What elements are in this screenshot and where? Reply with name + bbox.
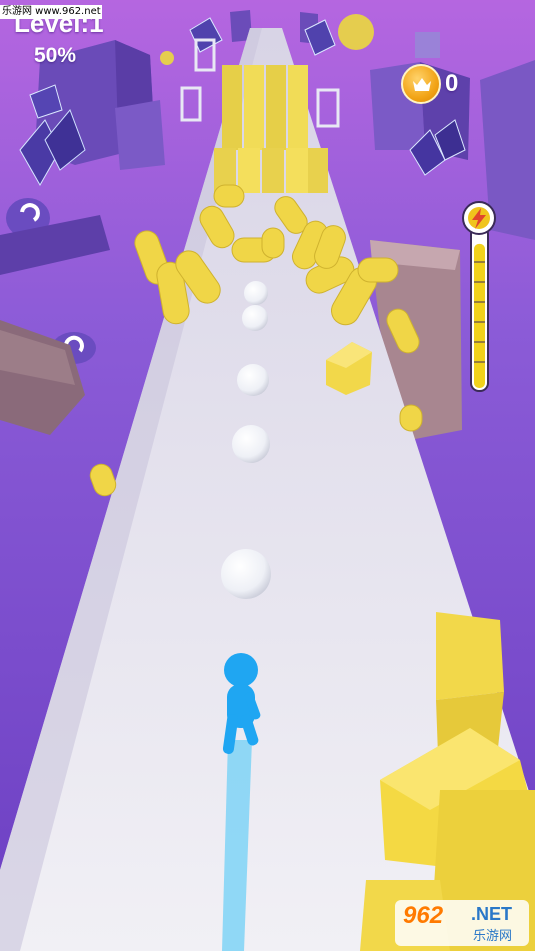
crown-coin-badge <box>401 64 441 104</box>
watermark-brand: 962 <box>403 902 444 929</box>
watermark-top: 乐游网 www.962.net <box>0 5 102 19</box>
floating-orb <box>338 14 374 50</box>
watermark-site-name: 乐游网 <box>473 929 513 944</box>
power-meter-fill <box>474 243 485 388</box>
watermark-logo: 962 .NET 乐游网 <box>395 900 529 946</box>
game-screen[interactable]: Level:1 50% 0 乐游网 www.962.net 962 .NET 乐… <box>0 0 535 951</box>
floating-orb <box>160 51 174 65</box>
progress-percent: 50% <box>34 44 77 67</box>
game-scene[interactable] <box>0 0 535 951</box>
crown-count: 0 <box>445 70 459 97</box>
crown-icon <box>413 78 431 91</box>
watermark-domain: .NET <box>471 904 513 924</box>
